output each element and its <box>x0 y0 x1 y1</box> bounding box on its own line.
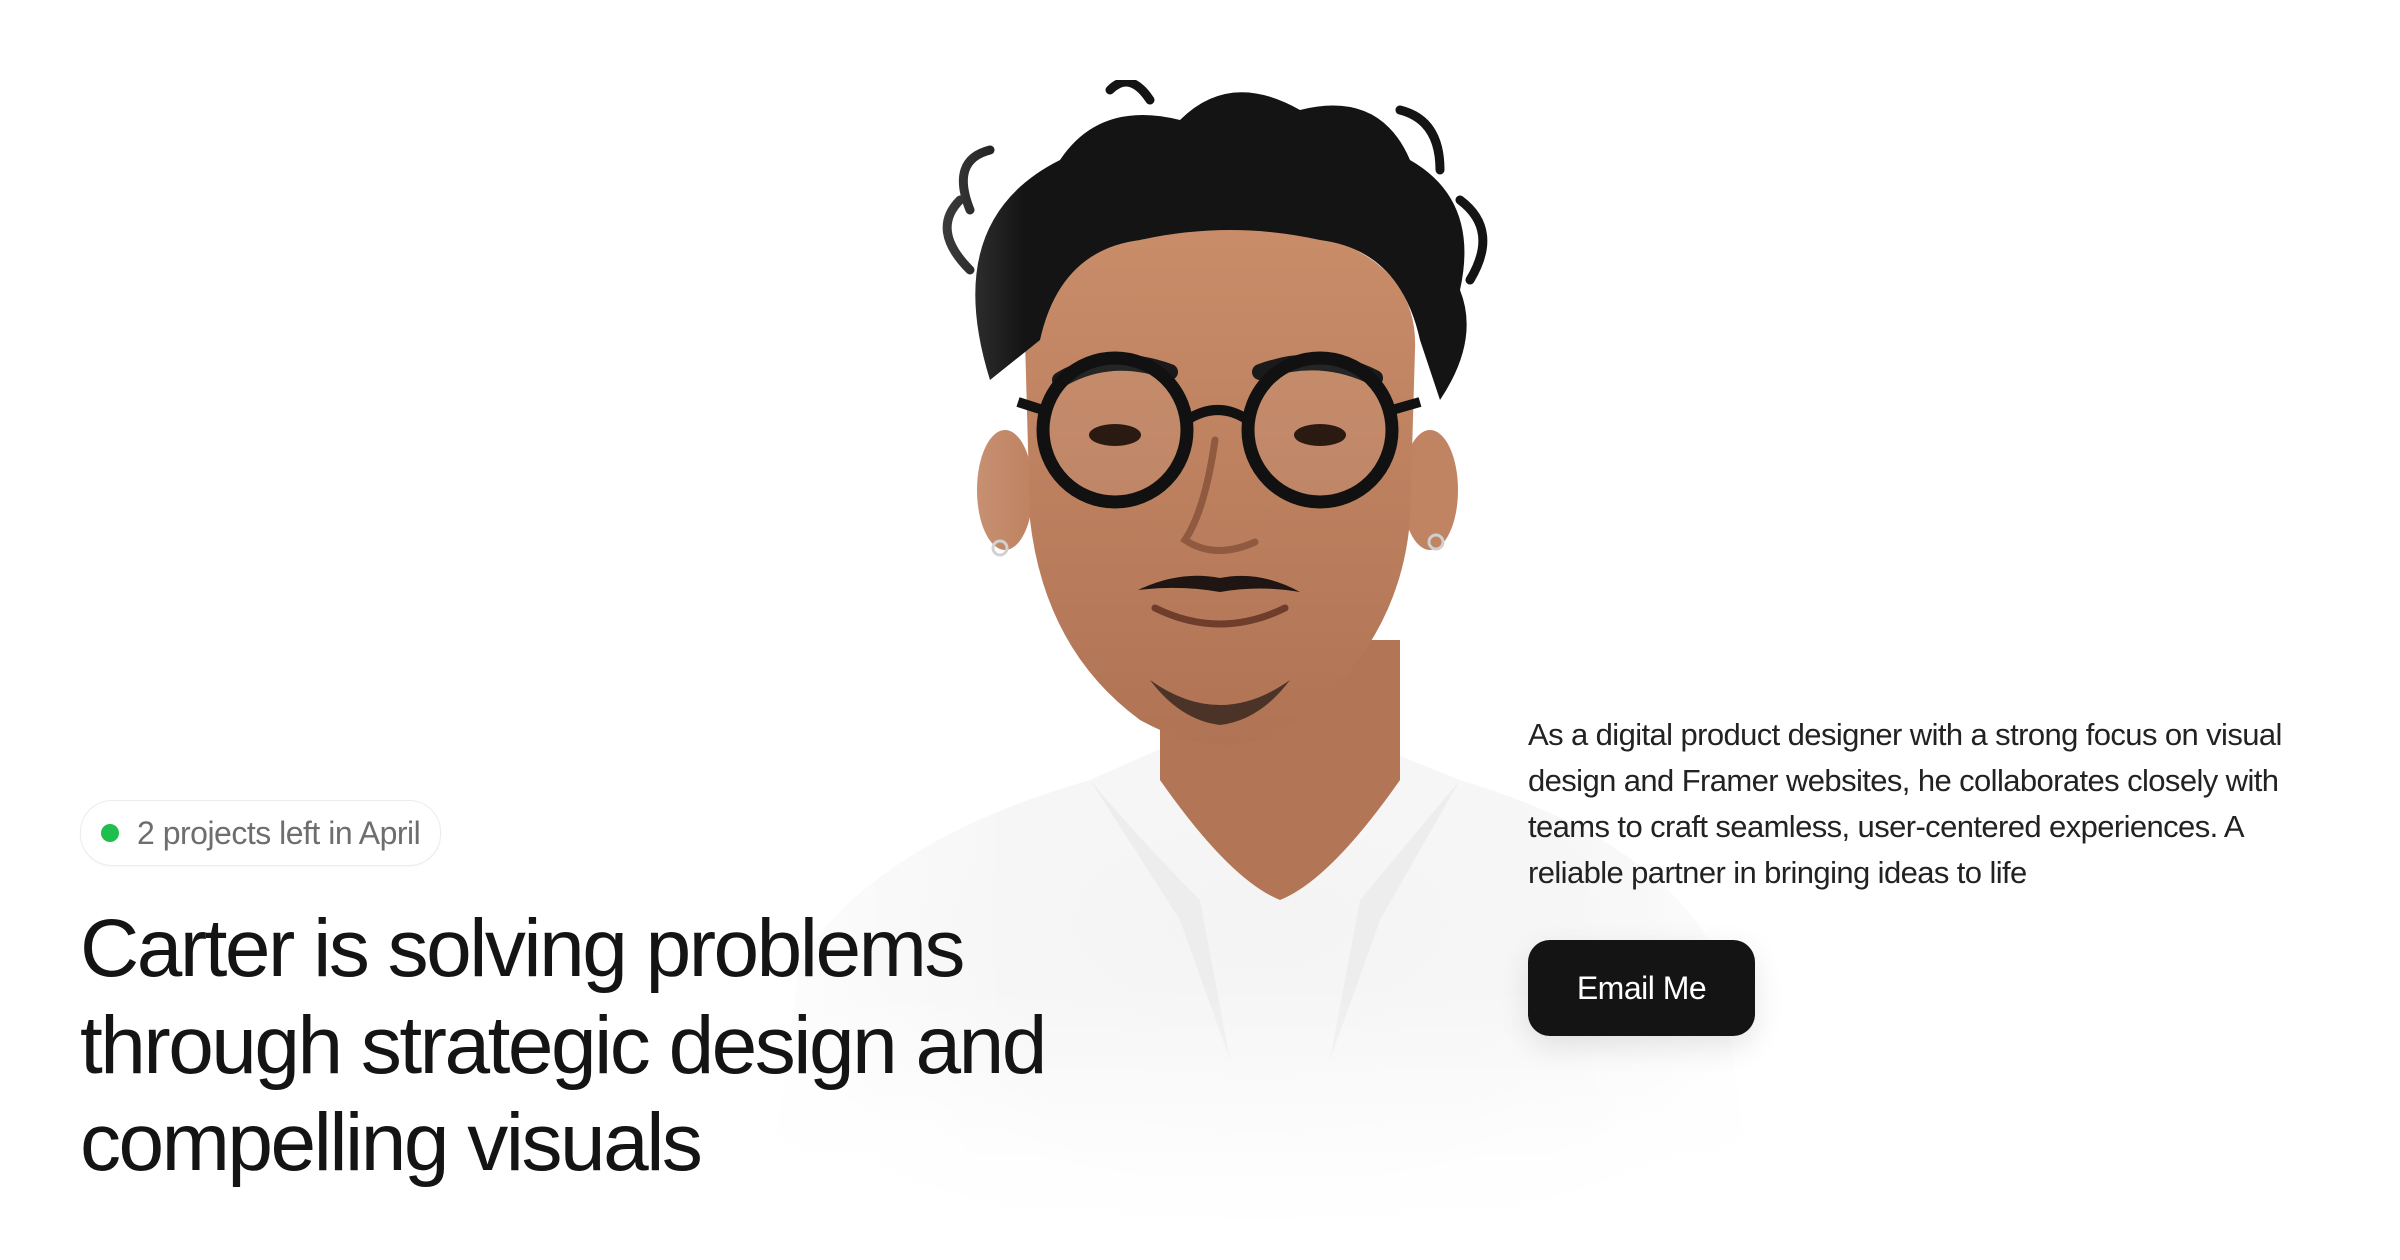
availability-badge: 2 projects left in April <box>80 800 442 866</box>
availability-text: 2 projects left in April <box>137 814 421 851</box>
email-me-button[interactable]: Email Me <box>1528 940 1755 1036</box>
page-title: Carter is solving problems through strat… <box>80 903 1047 1188</box>
status-dot-icon <box>101 824 119 842</box>
bio-paragraph: As a digital product designer with a str… <box>1528 717 2282 890</box>
hero-section: 2 projects left in April Carter is solvi… <box>0 0 2400 1260</box>
